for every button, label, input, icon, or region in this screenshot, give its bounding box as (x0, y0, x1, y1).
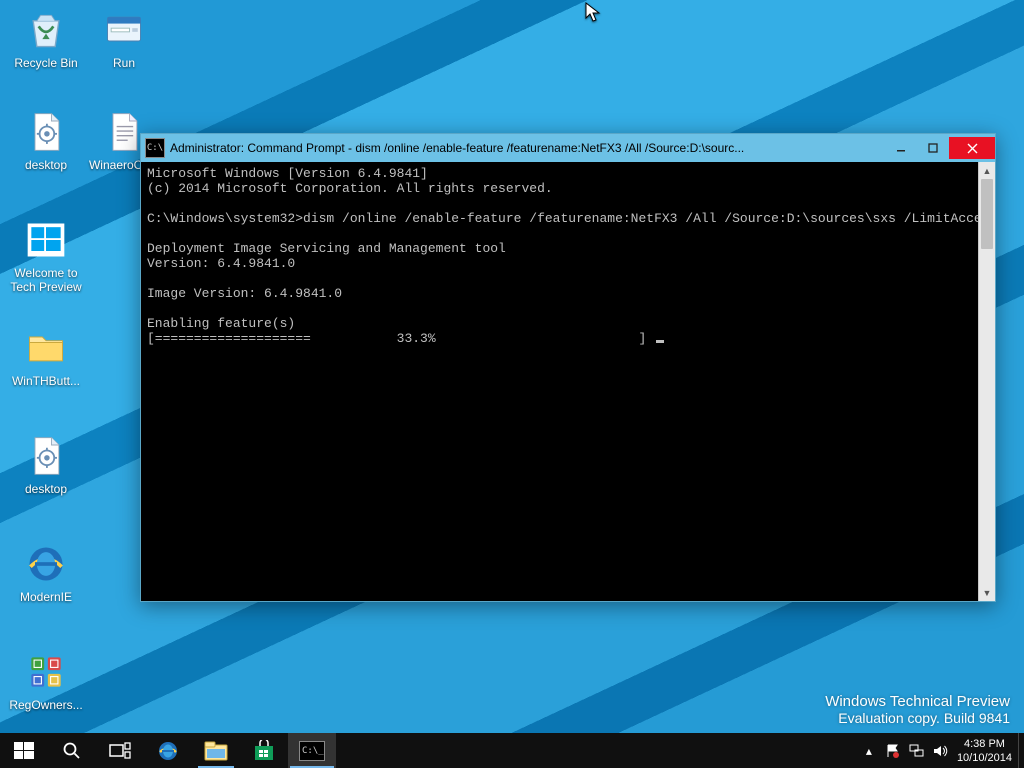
windows-logo-icon (14, 741, 34, 761)
system-tray[interactable]: ▴ 4:38 PM 10/10/2014 (855, 733, 1018, 768)
search-icon (62, 741, 82, 761)
ie-icon (156, 739, 180, 763)
taskbar-cmd[interactable]: C:\_ (288, 733, 336, 768)
tray-time: 4:38 PM (957, 737, 1012, 751)
tray-network-icon[interactable] (909, 743, 925, 759)
window-buttons (885, 137, 995, 159)
ini2-icon (22, 432, 70, 480)
winlogo-icon (22, 216, 70, 264)
ie-icon (22, 540, 70, 588)
store-icon (253, 740, 275, 762)
desktop-icon-label: Recycle Bin (8, 56, 84, 70)
watermark-line1: Windows Technical Preview (825, 693, 1010, 710)
desktop-icon-ini1[interactable]: desktop (8, 108, 84, 172)
cmd-icon: C:\ (145, 138, 165, 158)
cmd-scrollbar[interactable]: ▲ ▼ (978, 162, 995, 601)
tray-clock[interactable]: 4:38 PM 10/10/2014 (957, 737, 1012, 765)
mouse-cursor (585, 2, 601, 29)
scroll-thumb[interactable] (981, 179, 993, 249)
desktop-icon-ini2[interactable]: desktop (8, 432, 84, 496)
scroll-down-icon[interactable]: ▼ (979, 584, 995, 601)
reg-icon (22, 648, 70, 696)
minimize-button[interactable] (885, 137, 917, 159)
taskbar-store[interactable] (240, 733, 288, 768)
command-prompt-window[interactable]: C:\ Administrator: Command Prompt - dism… (140, 133, 996, 602)
cmd-output[interactable]: Microsoft Windows [Version 6.4.9841] (c)… (141, 162, 978, 601)
task-view-icon (109, 742, 131, 760)
tray-flag-icon[interactable] (885, 743, 901, 759)
desktop-icon-label: Run (86, 56, 162, 70)
start-button[interactable] (0, 733, 48, 768)
desktop-icon-label: WinTHButt... (8, 374, 84, 388)
show-desktop-button[interactable] (1018, 733, 1024, 768)
taskbar-ie[interactable] (144, 733, 192, 768)
cmd-taskbar-icon: C:\_ (299, 741, 325, 761)
maximize-icon (928, 143, 938, 153)
run-icon (100, 6, 148, 54)
ini1-icon (22, 108, 70, 156)
cmd-cursor (656, 340, 664, 343)
desktop-icon-reg[interactable]: RegOwners... (8, 648, 84, 712)
cmd-title: Administrator: Command Prompt - dism /on… (170, 141, 885, 155)
desktop-icon-label: desktop (8, 482, 84, 496)
scroll-up-icon[interactable]: ▲ (979, 162, 995, 179)
desktop[interactable]: RegOwners... ModernIE desktop WinTHButt... W… (0, 0, 1024, 768)
build-watermark: Windows Technical Preview Evaluation cop… (825, 693, 1010, 726)
folder-icon (22, 324, 70, 372)
minimize-icon (896, 143, 906, 153)
desktop-icon-folder[interactable]: WinTHButt... (8, 324, 84, 388)
tray-volume-icon[interactable] (933, 743, 949, 759)
tray-chevron-icon[interactable]: ▴ (861, 743, 877, 759)
taskbar-explorer[interactable] (192, 733, 240, 768)
tray-date: 10/10/2014 (957, 751, 1012, 765)
desktop-icon-run[interactable]: Run (86, 6, 162, 70)
desktop-icon-label: desktop (8, 158, 84, 172)
watermark-line2: Evaluation copy. Build 9841 (825, 710, 1010, 726)
recycle-icon (22, 6, 70, 54)
close-button[interactable] (949, 137, 995, 159)
file-explorer-icon (204, 740, 228, 762)
desktop-icon-winlogo[interactable]: Welcome to Tech Preview (8, 216, 84, 294)
cmd-titlebar[interactable]: C:\ Administrator: Command Prompt - dism… (141, 134, 995, 162)
cmd-body: Microsoft Windows [Version 6.4.9841] (c)… (141, 162, 995, 601)
close-icon (967, 143, 978, 154)
desktop-icon-label: Welcome to Tech Preview (8, 266, 84, 294)
desktop-icon-label: ModernIE (8, 590, 84, 604)
taskbar[interactable]: C:\_ ▴ 4:38 PM 10/10/2014 (0, 733, 1024, 768)
taskbar-spacer (336, 733, 855, 768)
task-view-button[interactable] (96, 733, 144, 768)
desktop-icon-ie[interactable]: ModernIE (8, 540, 84, 604)
maximize-button[interactable] (917, 137, 949, 159)
search-button[interactable] (48, 733, 96, 768)
desktop-icon-recycle[interactable]: Recycle Bin (8, 6, 84, 70)
desktop-icon-label: RegOwners... (8, 698, 84, 712)
